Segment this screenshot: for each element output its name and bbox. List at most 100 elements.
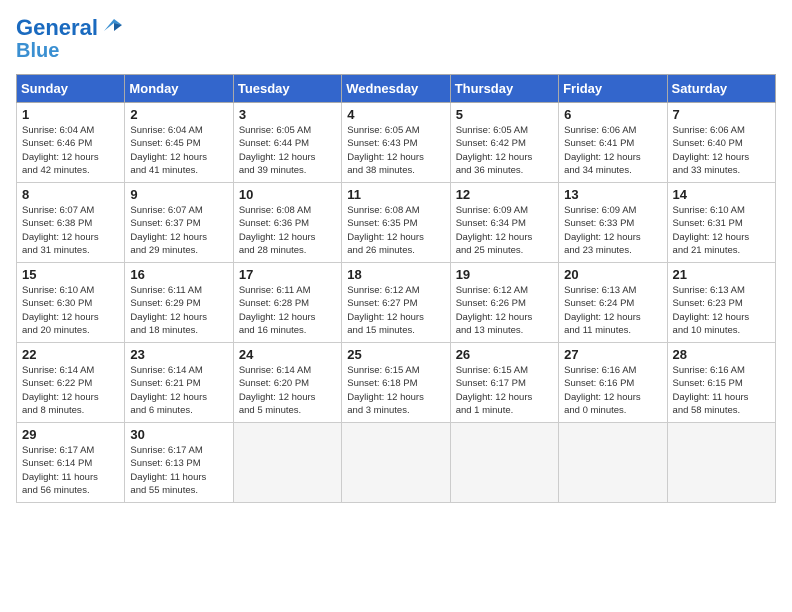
day-info: Sunrise: 6:04 AM Sunset: 6:45 PM Dayligh…: [130, 124, 227, 177]
day-info: Sunrise: 6:16 AM Sunset: 6:15 PM Dayligh…: [673, 364, 770, 417]
day-number: 18: [347, 267, 444, 282]
day-number: 1: [22, 107, 119, 122]
day-number: 21: [673, 267, 770, 282]
calendar-day-cell: 4 Sunrise: 6:05 AM Sunset: 6:43 PM Daylig…: [342, 103, 450, 183]
day-of-week-header: Wednesday: [342, 75, 450, 103]
logo: General Blue: [16, 16, 122, 62]
day-number: 24: [239, 347, 336, 362]
logo-blue-text: Blue: [16, 40, 59, 62]
day-info: Sunrise: 6:15 AM Sunset: 6:18 PM Dayligh…: [347, 364, 444, 417]
day-info: Sunrise: 6:11 AM Sunset: 6:28 PM Dayligh…: [239, 284, 336, 337]
calendar-day-cell: 6Sunrise: 6:06 AM Sunset: 6:41 PM Daylig…: [559, 103, 667, 183]
day-number: 28: [673, 347, 770, 362]
calendar-day-cell: 17 Sunrise: 6:11 AM Sunset: 6:28 PM Dayli…: [233, 263, 341, 343]
calendar-header-row: SundayMondayTuesdayWednesdayThursdayFrid…: [17, 75, 776, 103]
calendar-week-row: 15 Sunrise: 6:10 AM Sunset: 6:30 PM Dayli…: [17, 263, 776, 343]
day-info: Sunrise: 6:16 AM Sunset: 6:16 PM Dayligh…: [564, 364, 661, 417]
calendar-day-cell: 3 Sunrise: 6:05 AM Sunset: 6:44 PM Daylig…: [233, 103, 341, 183]
day-number: 5: [456, 107, 553, 122]
day-info: Sunrise: 6:14 AM Sunset: 6:22 PM Dayligh…: [22, 364, 119, 417]
day-info: Sunrise: 6:10 AM Sunset: 6:31 PM Dayligh…: [673, 204, 770, 257]
day-number: 4: [347, 107, 444, 122]
calendar-day-cell: 12 Sunrise: 6:09 AM Sunset: 6:34 PM Dayli…: [450, 183, 558, 263]
calendar-day-cell: 14 Sunrise: 6:10 AM Sunset: 6:31 PM Dayli…: [667, 183, 775, 263]
day-of-week-header: Saturday: [667, 75, 775, 103]
day-number: 19: [456, 267, 553, 282]
calendar-body: 1Sunrise: 6:04 AM Sunset: 6:46 PM Daylig…: [17, 103, 776, 503]
calendar-week-row: 29 Sunrise: 6:17 AM Sunset: 6:14 PM Dayli…: [17, 423, 776, 503]
day-info: Sunrise: 6:11 AM Sunset: 6:29 PM Dayligh…: [130, 284, 227, 337]
page-header: General Blue: [16, 16, 776, 62]
calendar-day-cell: 19 Sunrise: 6:12 AM Sunset: 6:26 PM Dayli…: [450, 263, 558, 343]
day-number: 26: [456, 347, 553, 362]
calendar-day-cell: 23Sunrise: 6:14 AM Sunset: 6:21 PM Dayli…: [125, 343, 233, 423]
calendar-day-cell: 30Sunrise: 6:17 AM Sunset: 6:13 PM Dayli…: [125, 423, 233, 503]
calendar-day-cell: [233, 423, 341, 503]
day-number: 3: [239, 107, 336, 122]
day-of-week-header: Friday: [559, 75, 667, 103]
day-of-week-header: Sunday: [17, 75, 125, 103]
calendar-table: SundayMondayTuesdayWednesdayThursdayFrid…: [16, 74, 776, 503]
calendar-day-cell: 7Sunrise: 6:06 AM Sunset: 6:40 PM Daylig…: [667, 103, 775, 183]
logo-text: General: [16, 16, 98, 40]
day-number: 2: [130, 107, 227, 122]
day-number: 11: [347, 187, 444, 202]
day-info: Sunrise: 6:05 AM Sunset: 6:44 PM Dayligh…: [239, 124, 336, 177]
day-number: 15: [22, 267, 119, 282]
day-info: Sunrise: 6:08 AM Sunset: 6:36 PM Dayligh…: [239, 204, 336, 257]
day-info: Sunrise: 6:12 AM Sunset: 6:26 PM Dayligh…: [456, 284, 553, 337]
day-of-week-header: Monday: [125, 75, 233, 103]
calendar-day-cell: 10 Sunrise: 6:08 AM Sunset: 6:36 PM Dayli…: [233, 183, 341, 263]
day-number: 23: [130, 347, 227, 362]
day-number: 20: [564, 267, 661, 282]
day-number: 17: [239, 267, 336, 282]
calendar-day-cell: [342, 423, 450, 503]
calendar-day-cell: 13 Sunrise: 6:09 AM Sunset: 6:33 PM Dayli…: [559, 183, 667, 263]
day-number: 29: [22, 427, 119, 442]
calendar-day-cell: 16 Sunrise: 6:11 AM Sunset: 6:29 PM Dayli…: [125, 263, 233, 343]
day-info: Sunrise: 6:07 AM Sunset: 6:37 PM Dayligh…: [130, 204, 227, 257]
day-of-week-header: Thursday: [450, 75, 558, 103]
calendar-day-cell: 28 Sunrise: 6:16 AM Sunset: 6:15 PM Dayli…: [667, 343, 775, 423]
day-number: 8: [22, 187, 119, 202]
day-info: Sunrise: 6:06 AM Sunset: 6:40 PM Dayligh…: [673, 124, 770, 177]
day-number: 14: [673, 187, 770, 202]
calendar-day-cell: 22 Sunrise: 6:14 AM Sunset: 6:22 PM Dayli…: [17, 343, 125, 423]
calendar-day-cell: [559, 423, 667, 503]
day-number: 12: [456, 187, 553, 202]
day-info: Sunrise: 6:14 AM Sunset: 6:20 PM Dayligh…: [239, 364, 336, 417]
day-info: Sunrise: 6:05 AM Sunset: 6:42 PM Dayligh…: [456, 124, 553, 177]
day-info: Sunrise: 6:09 AM Sunset: 6:33 PM Dayligh…: [564, 204, 661, 257]
calendar-day-cell: 27Sunrise: 6:16 AM Sunset: 6:16 PM Dayli…: [559, 343, 667, 423]
calendar-day-cell: 8 Sunrise: 6:07 AM Sunset: 6:38 PM Daylig…: [17, 183, 125, 263]
day-info: Sunrise: 6:05 AM Sunset: 6:43 PM Dayligh…: [347, 124, 444, 177]
day-info: Sunrise: 6:06 AM Sunset: 6:41 PM Dayligh…: [564, 124, 661, 177]
calendar-day-cell: 2 Sunrise: 6:04 AM Sunset: 6:45 PM Daylig…: [125, 103, 233, 183]
calendar-day-cell: 15 Sunrise: 6:10 AM Sunset: 6:30 PM Dayli…: [17, 263, 125, 343]
calendar-week-row: 1Sunrise: 6:04 AM Sunset: 6:46 PM Daylig…: [17, 103, 776, 183]
day-info: Sunrise: 6:12 AM Sunset: 6:27 PM Dayligh…: [347, 284, 444, 337]
day-info: Sunrise: 6:15 AM Sunset: 6:17 PM Dayligh…: [456, 364, 553, 417]
day-number: 9: [130, 187, 227, 202]
calendar-day-cell: 29 Sunrise: 6:17 AM Sunset: 6:14 PM Dayli…: [17, 423, 125, 503]
calendar-day-cell: 21Sunrise: 6:13 AM Sunset: 6:23 PM Dayli…: [667, 263, 775, 343]
calendar-week-row: 8 Sunrise: 6:07 AM Sunset: 6:38 PM Daylig…: [17, 183, 776, 263]
logo-bird-icon: [100, 17, 122, 35]
day-number: 16: [130, 267, 227, 282]
day-number: 10: [239, 187, 336, 202]
day-info: Sunrise: 6:17 AM Sunset: 6:14 PM Dayligh…: [22, 444, 119, 497]
calendar-week-row: 22 Sunrise: 6:14 AM Sunset: 6:22 PM Dayli…: [17, 343, 776, 423]
calendar-day-cell: 18 Sunrise: 6:12 AM Sunset: 6:27 PM Dayli…: [342, 263, 450, 343]
calendar-day-cell: 25Sunrise: 6:15 AM Sunset: 6:18 PM Dayli…: [342, 343, 450, 423]
day-info: Sunrise: 6:10 AM Sunset: 6:30 PM Dayligh…: [22, 284, 119, 337]
calendar-day-cell: 11Sunrise: 6:08 AM Sunset: 6:35 PM Dayli…: [342, 183, 450, 263]
day-info: Sunrise: 6:09 AM Sunset: 6:34 PM Dayligh…: [456, 204, 553, 257]
day-info: Sunrise: 6:13 AM Sunset: 6:24 PM Dayligh…: [564, 284, 661, 337]
calendar-day-cell: 26 Sunrise: 6:15 AM Sunset: 6:17 PM Dayli…: [450, 343, 558, 423]
calendar-day-cell: 1Sunrise: 6:04 AM Sunset: 6:46 PM Daylig…: [17, 103, 125, 183]
day-info: Sunrise: 6:07 AM Sunset: 6:38 PM Dayligh…: [22, 204, 119, 257]
day-info: Sunrise: 6:17 AM Sunset: 6:13 PM Dayligh…: [130, 444, 227, 497]
day-number: 22: [22, 347, 119, 362]
day-number: 13: [564, 187, 661, 202]
calendar-day-cell: 24 Sunrise: 6:14 AM Sunset: 6:20 PM Dayli…: [233, 343, 341, 423]
